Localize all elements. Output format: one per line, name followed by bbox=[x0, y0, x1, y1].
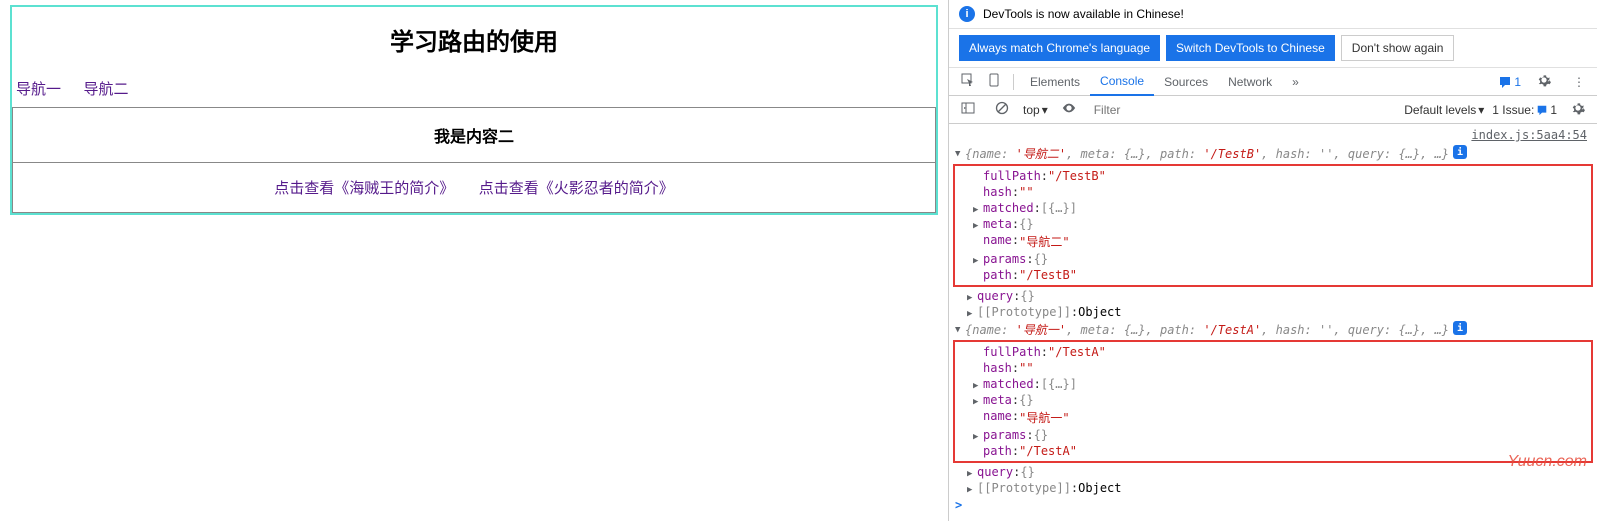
kebab-icon[interactable]: ⋮ bbox=[1567, 71, 1591, 93]
page-title: 学习路由的使用 bbox=[12, 22, 936, 57]
gear-icon[interactable] bbox=[1531, 69, 1557, 94]
content-link-1[interactable]: 点击查看《海贼王的简介》 bbox=[274, 180, 454, 197]
caret-icon[interactable] bbox=[973, 217, 983, 231]
info-icon: i bbox=[959, 6, 975, 22]
info-badge-icon[interactable]: i bbox=[1453, 321, 1467, 335]
device-icon[interactable] bbox=[981, 69, 1007, 94]
app-preview: 学习路由的使用 导航一 导航二 我是内容二 点击查看《海贼王的简介》 点击查看《… bbox=[0, 0, 948, 521]
caret-icon[interactable] bbox=[955, 145, 965, 159]
nav-link-2[interactable]: 导航二 bbox=[83, 81, 128, 98]
notification-text: DevTools is now available in Chinese! bbox=[983, 7, 1184, 21]
tab-elements[interactable]: Elements bbox=[1020, 69, 1090, 95]
inspect-icon[interactable] bbox=[955, 69, 981, 94]
dont-show-button[interactable]: Don't show again bbox=[1341, 35, 1455, 61]
console-filter-bar: top ▾ Default levels ▾ 1 Issue: 1 bbox=[949, 96, 1597, 124]
tab-network[interactable]: Network bbox=[1218, 69, 1282, 95]
info-badge-icon[interactable]: i bbox=[1453, 145, 1467, 159]
notification-bar: i DevTools is now available in Chinese! bbox=[949, 0, 1597, 29]
title-section: 学习路由的使用 bbox=[12, 7, 936, 72]
devtools-tabs: Elements Console Sources Network » 1 ⋮ bbox=[949, 68, 1597, 96]
console-object-summary[interactable]: {name: '导航二', meta: {…}, path: '/TestB',… bbox=[949, 144, 1597, 163]
caret-icon[interactable] bbox=[967, 305, 977, 319]
content-box: 我是内容二 点击查看《海贼王的简介》 点击查看《火影忍者的简介》 bbox=[12, 107, 936, 213]
caret-icon[interactable] bbox=[967, 465, 977, 479]
levels-selector[interactable]: Default levels ▾ bbox=[1404, 103, 1484, 117]
caret-icon[interactable] bbox=[967, 289, 977, 303]
nav-link-1[interactable]: 导航一 bbox=[16, 81, 61, 98]
highlight-box-1: fullPath: "/TestB" hash: "" matched: [{…… bbox=[953, 164, 1593, 287]
always-match-button[interactable]: Always match Chrome's language bbox=[959, 35, 1160, 61]
content-links: 点击查看《海贼王的简介》 点击查看《火影忍者的简介》 bbox=[13, 163, 935, 212]
content-title: 我是内容二 bbox=[13, 108, 935, 163]
source-link[interactable]: index.js:5aa4:54 bbox=[949, 126, 1597, 144]
nav-section: 导航一 导航二 bbox=[12, 72, 936, 105]
caret-icon[interactable] bbox=[973, 428, 983, 442]
app-container: 学习路由的使用 导航一 导航二 我是内容二 点击查看《海贼王的简介》 点击查看《… bbox=[10, 5, 938, 215]
highlight-box-2: fullPath: "/TestA" hash: "" matched: [{…… bbox=[953, 340, 1593, 463]
console-settings-icon[interactable] bbox=[1565, 97, 1591, 122]
separator bbox=[1013, 74, 1014, 90]
language-button-bar: Always match Chrome's language Switch De… bbox=[949, 29, 1597, 68]
issues-link[interactable]: 1 Issue: 1 bbox=[1492, 103, 1557, 117]
console-output: index.js:5aa4:54 {name: '导航二', meta: {…}… bbox=[949, 124, 1597, 521]
watermark: Yuucn.com bbox=[1508, 453, 1587, 471]
sidebar-toggle-icon[interactable] bbox=[955, 97, 981, 122]
switch-devtools-button[interactable]: Switch DevTools to Chinese bbox=[1166, 35, 1335, 61]
clear-console-icon[interactable] bbox=[989, 97, 1015, 122]
caret-icon[interactable] bbox=[967, 481, 977, 495]
devtools-panel: i DevTools is now available in Chinese! … bbox=[948, 0, 1597, 521]
caret-icon[interactable] bbox=[973, 252, 983, 266]
context-selector[interactable]: top ▾ bbox=[1023, 103, 1048, 117]
issue-count: 1 bbox=[1514, 75, 1521, 89]
live-expression-icon[interactable] bbox=[1056, 97, 1082, 122]
tab-more[interactable]: » bbox=[1282, 69, 1309, 95]
console-prompt[interactable]: > bbox=[949, 496, 1597, 514]
issue-badge[interactable]: 1 bbox=[1498, 75, 1521, 89]
content-link-2[interactable]: 点击查看《火影忍者的简介》 bbox=[479, 180, 674, 197]
console-object-summary[interactable]: {name: '导航一', meta: {…}, path: '/TestA',… bbox=[949, 320, 1597, 339]
tab-sources[interactable]: Sources bbox=[1154, 69, 1218, 95]
caret-icon[interactable] bbox=[973, 201, 983, 215]
caret-icon[interactable] bbox=[955, 321, 965, 335]
tab-console[interactable]: Console bbox=[1090, 68, 1154, 96]
caret-icon[interactable] bbox=[973, 393, 983, 407]
caret-icon[interactable] bbox=[973, 377, 983, 391]
filter-input[interactable] bbox=[1090, 101, 1396, 119]
